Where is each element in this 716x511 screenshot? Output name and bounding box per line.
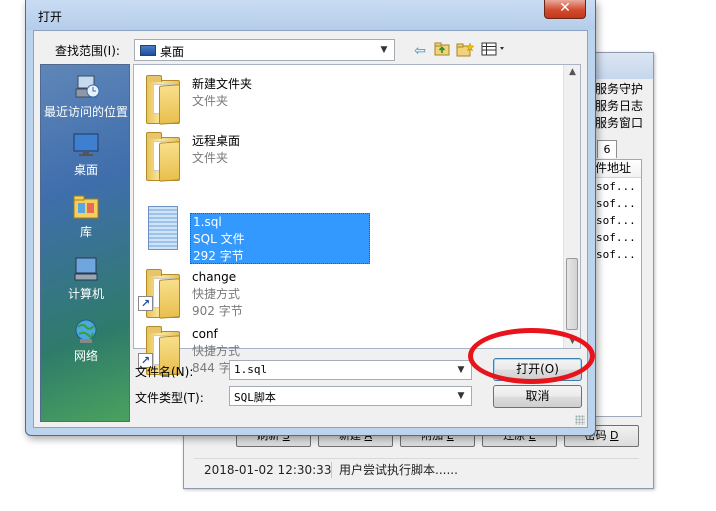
background-tab[interactable]: 6: [597, 140, 617, 158]
file-item-remote-desktop[interactable]: 远程桌面 文件夹: [142, 125, 562, 182]
dialog-titlebar[interactable]: 打开 ✕: [26, 0, 595, 30]
list-item[interactable]: sof...: [593, 178, 641, 195]
place-computer-label: 计算机: [67, 287, 104, 301]
file-name: conf: [192, 327, 218, 341]
status-separator: [331, 462, 332, 478]
file-list: 新建文件夹 文件夹 远程桌面 文件夹 1.sql SQL 文件 292 字节 ↗…: [133, 64, 581, 376]
computer-icon: [71, 255, 101, 283]
back-icon[interactable]: ⇦: [410, 42, 430, 60]
filename-input[interactable]: 1.sql ▼: [229, 360, 472, 380]
shortcut-arrow-icon: ↗: [138, 296, 153, 311]
dialog-title: 打开: [38, 10, 63, 24]
menu-item-service-log[interactable]: 服务日志: [595, 98, 655, 115]
filename-label: 文件名(N):: [135, 365, 194, 379]
up-folder-icon[interactable]: [432, 42, 452, 60]
file-list-scrollbar[interactable]: ▲ ▼: [563, 65, 580, 348]
filetype-select[interactable]: SQL脚本 ▼: [229, 386, 472, 406]
list-item[interactable]: sof...: [593, 229, 641, 246]
menu-item-service-window[interactable]: 服务窗口: [595, 115, 655, 132]
filename-value: 1.sql: [234, 363, 268, 376]
list-column-header[interactable]: 件地址: [593, 160, 641, 178]
sql-file-icon: [142, 206, 188, 259]
chevron-down-icon: ▼: [380, 45, 388, 55]
scrollbar-thumb[interactable]: [566, 258, 578, 330]
file-name: change: [192, 270, 237, 284]
file-item-change[interactable]: ↗ change 快捷方式 902 字节: [138, 262, 562, 319]
background-side-menu: 服务守护 服务日志 服务窗口: [595, 81, 655, 132]
file-size: 902 字节: [192, 304, 243, 318]
file-type: SQL 文件: [193, 232, 245, 246]
background-address-list: 件地址 sof... sof... sof... sof... sof...: [592, 159, 642, 417]
file-item-1-sql[interactable]: 1.sql SQL 文件 292 字节: [142, 205, 562, 264]
place-recent[interactable]: 最近访问的位置: [41, 73, 131, 120]
cancel-button[interactable]: 取消: [493, 385, 582, 408]
file-type: 快捷方式: [192, 287, 241, 301]
place-computer[interactable]: 计算机: [41, 255, 131, 302]
close-button[interactable]: ✕: [544, 0, 586, 19]
place-desktop-label: 桌面: [73, 163, 98, 177]
file-name: 新建文件夹: [192, 77, 253, 91]
place-recent-label: 最近访问的位置: [43, 105, 128, 119]
chevron-down-icon[interactable]: ▼: [454, 363, 468, 377]
file-type: 快捷方式: [192, 344, 241, 358]
status-message: 用户尝试执行脚本......: [339, 463, 458, 477]
lookin-dropdown[interactable]: 桌面 ▼: [134, 39, 395, 61]
folder-shortcut-icon: ↗: [138, 266, 188, 319]
annotation-circle: [468, 328, 595, 384]
chevron-down-icon[interactable]: ▼: [454, 389, 468, 403]
places-bar: 最近访问的位置 桌面 库 计算机 网络: [40, 64, 130, 422]
status-bar: 2018-01-02 12:30:33 用户尝试执行脚本......: [194, 458, 639, 480]
close-icon: ✕: [559, 0, 571, 16]
status-time: 2018-01-02 12:30:33: [204, 463, 332, 477]
place-network[interactable]: 网络: [41, 317, 131, 364]
folder-icon: [142, 72, 188, 125]
place-library[interactable]: 库: [41, 193, 131, 240]
place-library-label: 库: [79, 225, 92, 239]
file-name: 1.sql: [193, 215, 222, 229]
place-desktop[interactable]: 桌面: [41, 131, 131, 178]
lookin-label: 查找范围(I):: [55, 44, 120, 58]
desktop-icon: [140, 45, 156, 56]
desktop-icon: [71, 131, 101, 159]
recent-places-icon: [71, 73, 101, 101]
folder-icon: [142, 129, 188, 182]
library-icon: [71, 193, 101, 221]
network-icon: [71, 317, 101, 345]
place-network-label: 网络: [73, 349, 98, 363]
menu-item-service-guard[interactable]: 服务守护: [595, 81, 655, 98]
list-item[interactable]: sof...: [593, 195, 641, 212]
resize-grip-icon[interactable]: [575, 415, 585, 425]
filetype-value: SQL脚本: [234, 391, 276, 404]
new-folder-icon[interactable]: [454, 42, 476, 60]
list-item[interactable]: sof...: [593, 212, 641, 229]
lookin-value: 桌面: [160, 45, 185, 59]
filetype-label: 文件类型(T):: [135, 391, 204, 405]
file-name: 远程桌面: [192, 134, 241, 148]
file-item-new-folder[interactable]: 新建文件夹 文件夹: [142, 68, 562, 125]
view-menu-icon[interactable]: [480, 42, 508, 60]
file-type: 文件夹: [192, 151, 229, 165]
file-type: 文件夹: [192, 94, 229, 108]
list-item[interactable]: sof...: [593, 246, 641, 263]
scroll-up-icon[interactable]: ▲: [564, 67, 581, 77]
